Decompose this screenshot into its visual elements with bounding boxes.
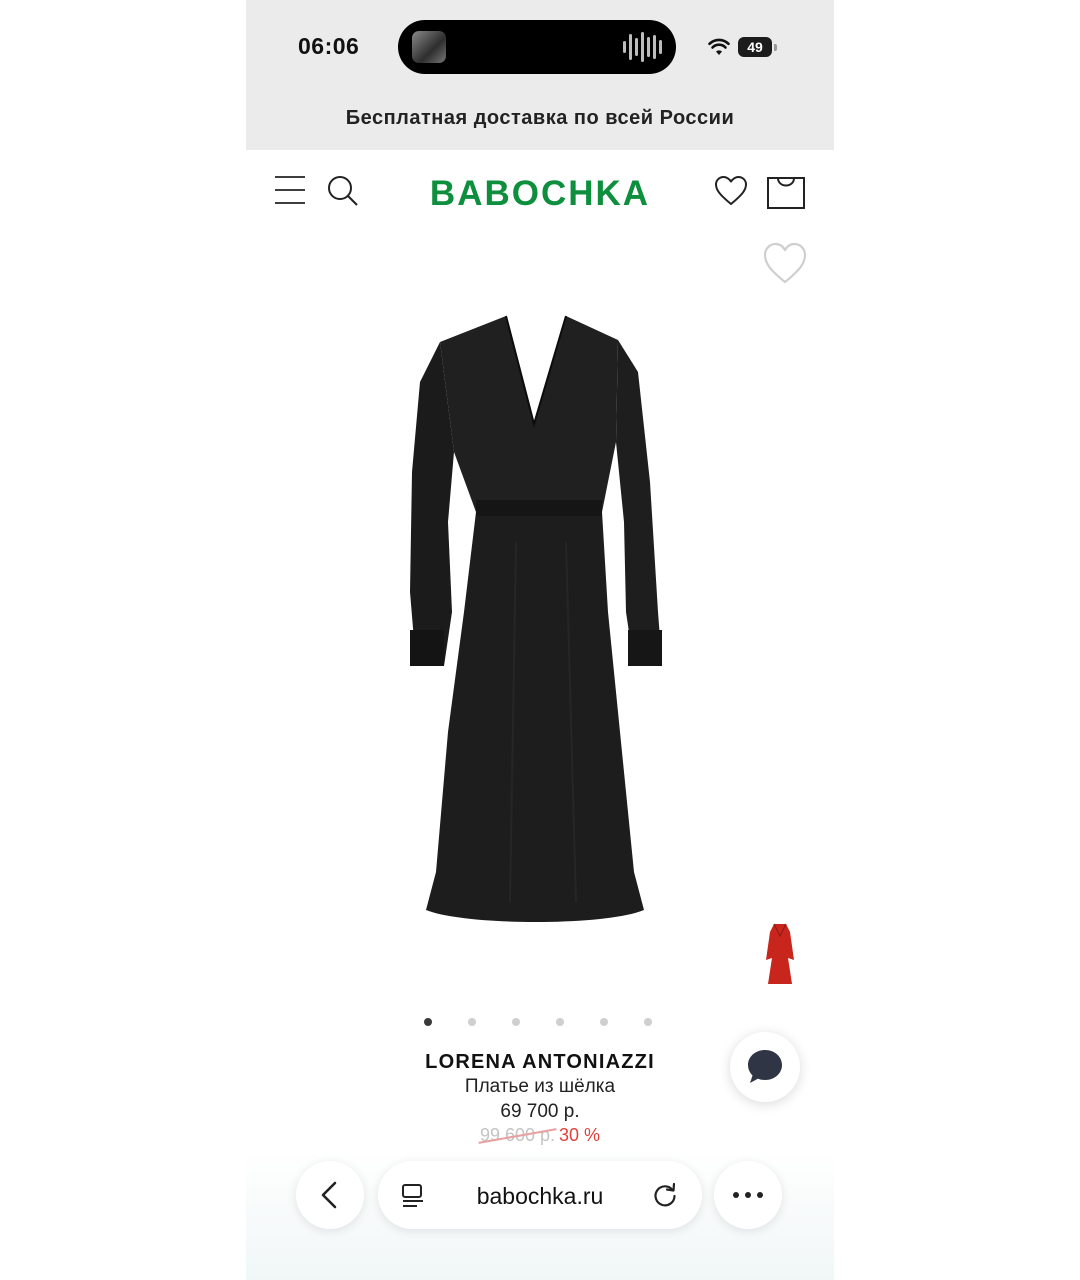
add-to-favorites-heart-icon[interactable]: [762, 240, 808, 286]
battery-indicator: 49: [738, 37, 772, 57]
old-price: 99 600 р.: [479, 1125, 556, 1145]
chevron-left-icon: [321, 1181, 337, 1209]
status-time: 06:06: [298, 33, 360, 59]
now-playing-artwork: [412, 31, 446, 63]
address-bar[interactable]: babochka.ru: [378, 1161, 702, 1229]
audio-waveform-icon: [623, 32, 662, 62]
gallery-dot[interactable]: [424, 1018, 432, 1026]
product-image-dress[interactable]: [406, 312, 668, 926]
gallery-dot[interactable]: [512, 1018, 520, 1026]
more-dots-icon: [733, 1192, 763, 1198]
promo-banner: Бесплатная доставка по всей России: [345, 107, 735, 129]
shopping-bag-icon[interactable]: [766, 172, 806, 210]
gallery-dot[interactable]: [556, 1018, 564, 1026]
reload-icon[interactable]: [652, 1182, 678, 1208]
gallery-dot[interactable]: [468, 1018, 476, 1026]
browser-back-button[interactable]: [296, 1161, 364, 1229]
site-header: BABOCHKA: [246, 150, 834, 232]
gallery-pagination: [424, 1018, 652, 1026]
wifi-icon: [708, 38, 730, 55]
phone-screen: 06:06 49 Бесплатная доставка по всей Рос…: [246, 0, 834, 1280]
product-price: 69 700 р.: [500, 1101, 580, 1122]
color-variant-red-thumbnail[interactable]: [760, 920, 800, 986]
browser-more-button[interactable]: [714, 1161, 782, 1229]
discount-badge: 30 %: [559, 1125, 601, 1145]
battery-tip: [774, 44, 777, 51]
wishlist-heart-icon[interactable]: [714, 174, 748, 208]
dynamic-island: [398, 20, 676, 74]
gallery-dot[interactable]: [644, 1018, 652, 1026]
old-price-row: 99 600 р. 30 %: [246, 1125, 834, 1146]
top-banner-area: 06:06 49 Бесплатная доставка по всей Рос…: [246, 0, 834, 150]
gallery-dot[interactable]: [600, 1018, 608, 1026]
chat-bubble-icon: [748, 1050, 782, 1083]
chat-button[interactable]: [730, 1032, 800, 1102]
